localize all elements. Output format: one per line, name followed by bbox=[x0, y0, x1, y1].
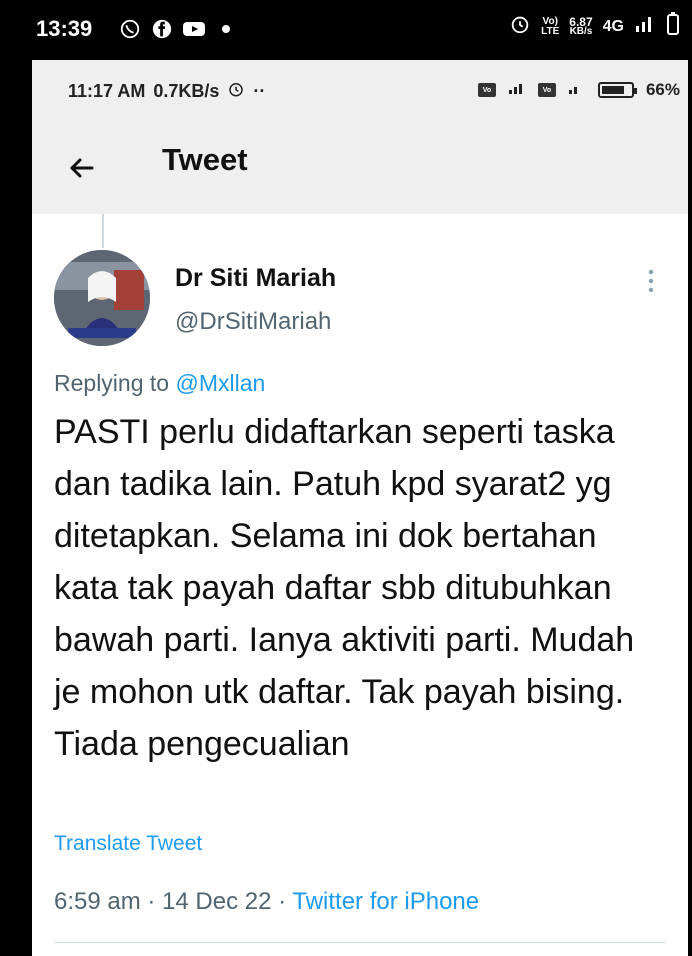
volte-sim-icon: Vo bbox=[477, 83, 496, 97]
inner-status-bar: 11:17 AM 0.7KB/s ·· Vo Vo 66% bbox=[32, 60, 688, 122]
whatsapp-icon bbox=[118, 17, 142, 41]
inner-battery-level: 66% bbox=[645, 80, 680, 99]
inner-signal-icon-2 bbox=[568, 80, 586, 100]
network-speed-unit: KB/s bbox=[569, 25, 593, 37]
tweet-text: PASTI perlu didaftarkan seperti taska da… bbox=[54, 413, 635, 763]
youtube-icon bbox=[182, 17, 206, 41]
arrow-left-icon bbox=[70, 158, 94, 178]
page-title: Tweet bbox=[162, 142, 248, 177]
network-speed: 6.87 KB/s bbox=[569, 14, 593, 37]
network-type: 4G bbox=[602, 17, 624, 35]
tweet-meta: 6:59 am · 14 Dec 22 · Twitter for iPhone bbox=[54, 888, 479, 916]
phone-time: 13:39 bbox=[36, 16, 93, 41]
signal-icon bbox=[634, 14, 656, 39]
inner-alarm-icon bbox=[227, 80, 245, 103]
inner-time: 11:17 AM bbox=[68, 81, 146, 101]
replying-to-label: Replying to bbox=[54, 370, 176, 396]
volte-indicator: Vo) LTE bbox=[541, 15, 560, 37]
phone-status-bar: 13:39 Vo) LTE 6.87 KB/s 4G bbox=[0, 0, 692, 60]
more-vertical-icon bbox=[648, 269, 654, 293]
tweet-screenshot: 11:17 AM 0.7KB/s ·· Vo Vo 66% Tweet Dr S… bbox=[32, 60, 688, 956]
replying-to: Replying to @Mxllan bbox=[54, 370, 265, 397]
avatar[interactable] bbox=[54, 250, 150, 346]
facebook-icon bbox=[150, 17, 174, 41]
author-handle[interactable]: @DrSitiMariah bbox=[175, 308, 331, 336]
volte-top: Vo) bbox=[542, 15, 558, 27]
inner-speed: 0.7KB/s bbox=[153, 81, 220, 101]
inner-status-right: Vo Vo 66% bbox=[477, 80, 680, 100]
thread-line bbox=[102, 214, 104, 248]
dot-icon bbox=[214, 17, 238, 41]
alarm-icon bbox=[509, 13, 531, 40]
more-options-button[interactable] bbox=[638, 266, 664, 296]
tweet-source[interactable]: Twitter for iPhone bbox=[292, 888, 479, 915]
inner-dots: ·· bbox=[253, 81, 266, 101]
volte-sim-icon-2: Vo bbox=[537, 83, 556, 97]
translate-tweet-link[interactable]: Translate Tweet bbox=[54, 832, 202, 856]
inner-battery-icon bbox=[597, 82, 637, 98]
notification-icons bbox=[118, 17, 238, 41]
inner-status-left: 11:17 AM 0.7KB/s ·· bbox=[68, 80, 265, 103]
tweet-timestamp: 6:59 am · 14 Dec 22 · bbox=[54, 888, 293, 915]
volte-bottom: LTE bbox=[541, 25, 560, 37]
phone-status-indicators: Vo) LTE 6.87 KB/s 4G bbox=[509, 12, 680, 41]
tweet-header: Tweet bbox=[32, 122, 688, 214]
inner-signal-icon bbox=[508, 80, 526, 100]
replying-to-mention[interactable]: @Mxllan bbox=[175, 370, 265, 396]
author-name[interactable]: Dr Siti Mariah bbox=[175, 264, 336, 293]
divider bbox=[54, 942, 666, 943]
back-button[interactable] bbox=[64, 150, 100, 186]
network-speed-value: 6.87 bbox=[569, 14, 593, 29]
battery-icon bbox=[666, 12, 680, 41]
profile-photo-icon bbox=[54, 250, 150, 346]
